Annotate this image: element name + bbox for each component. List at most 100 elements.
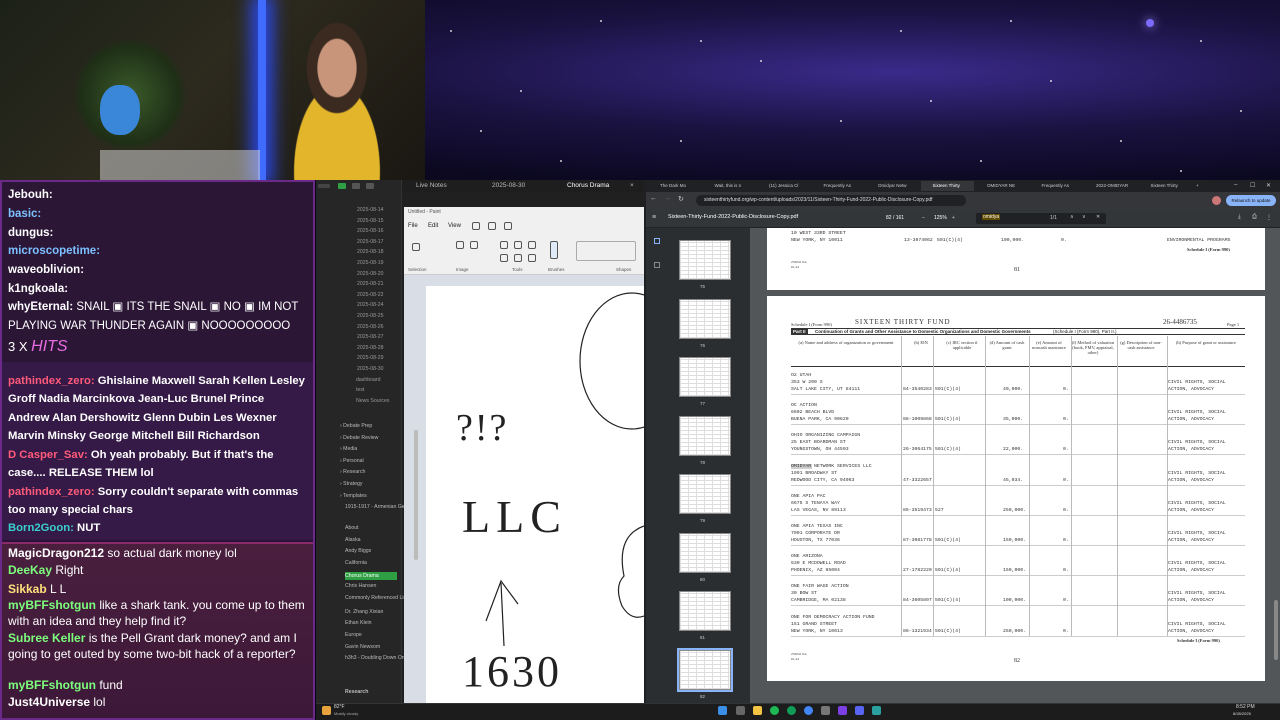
folder-item[interactable]: › Debate Prep	[340, 423, 372, 429]
chat-username[interactable]: pathindex_zero:	[8, 375, 95, 387]
files-icon[interactable]	[338, 183, 346, 189]
file-item[interactable]: 2025-08-20	[357, 271, 384, 277]
chat-username[interactable]: k1ngkoala:	[8, 283, 68, 295]
app-icon[interactable]	[872, 706, 881, 715]
start-icon[interactable]	[718, 706, 727, 715]
outline-icon[interactable]	[654, 262, 660, 268]
redo-icon[interactable]	[504, 222, 512, 230]
file-item[interactable]: 2025-08-22	[357, 292, 384, 298]
file-item[interactable]: dashboard	[356, 377, 381, 383]
page-thumbnail[interactable]	[679, 532, 731, 573]
sidebar-toggle-icon[interactable]	[318, 184, 330, 188]
obsidian-icon[interactable]	[838, 706, 847, 715]
page-thumbnail[interactable]	[679, 298, 731, 339]
pencil-icon[interactable]	[500, 241, 508, 249]
browser-tab[interactable]: Sixteen Thirty	[920, 181, 974, 191]
fill-icon[interactable]	[514, 241, 522, 249]
discord-icon[interactable]	[855, 706, 864, 715]
brushes-icon[interactable]	[550, 241, 558, 259]
file-item[interactable]: 2025-08-30	[357, 366, 384, 372]
folder-item[interactable]: › Debate Review	[340, 435, 378, 441]
download-icon[interactable]: ⤓	[1238, 214, 1241, 221]
chat-username[interactable]: pathindex_zero:	[8, 486, 95, 498]
color-picker-icon[interactable]	[514, 254, 522, 262]
settings-icon[interactable]	[821, 706, 830, 715]
thumbnails-icon[interactable]	[654, 238, 660, 244]
back-icon[interactable]: ←	[650, 195, 657, 202]
chat-username[interactable]: Subree Keller	[8, 631, 85, 645]
chat-username[interactable]: waveoblivion:	[8, 264, 84, 276]
selection-tool-icon[interactable]	[412, 243, 420, 251]
chat-username[interactable]: Sikkab	[8, 582, 47, 596]
zoom-level[interactable]: 125%	[934, 215, 947, 221]
file-item[interactable]: 2025-08-26	[357, 324, 384, 330]
file-item[interactable]: 2025-08-18	[357, 249, 384, 255]
tab-chorus-drama[interactable]: Chorus Drama	[567, 180, 609, 192]
address-bar[interactable]: sixteenthirtyfund.org/wp-content/uploads…	[696, 195, 966, 206]
chat-username[interactable]: Born2Goon:	[8, 522, 74, 534]
chat-username[interactable]: myBFFshotgun	[8, 678, 96, 692]
file-item[interactable]: 2025-08-27	[357, 334, 384, 340]
chat-username[interactable]: dungus:	[8, 227, 53, 239]
menu-file[interactable]: File	[408, 223, 418, 229]
undo-icon[interactable]	[488, 222, 496, 230]
folder-item[interactable]: Ethan Klein	[345, 620, 372, 626]
browser-tab[interactable]: Sixteen Thirty	[1139, 181, 1192, 191]
browser-tab[interactable]: The Dark Mo	[648, 181, 701, 191]
spotify-icon[interactable]	[770, 706, 779, 715]
file-item[interactable]: 2025-08-28	[357, 345, 384, 351]
find-prev-icon[interactable]: ∧	[1070, 214, 1074, 220]
chat-username[interactable]: basic:	[8, 208, 41, 220]
menu-icon[interactable]: ≡	[652, 214, 656, 221]
chat-username[interactable]: D Casper_Sav:	[8, 449, 88, 461]
chat-username[interactable]: myBFFshotgun	[8, 598, 96, 612]
new-tab-button[interactable]: +	[1194, 181, 1206, 191]
folder-item[interactable]: › Templates	[340, 493, 367, 499]
print-icon[interactable]: ⎙	[1252, 214, 1257, 221]
more-icon[interactable]: ⋮	[1266, 214, 1272, 221]
file-item[interactable]: 2025-08-17	[357, 239, 384, 245]
folder-item[interactable]: California	[345, 560, 367, 566]
menu-edit[interactable]: Edit	[428, 223, 438, 229]
folder-item[interactable]: Dr. Zhang Xixian	[345, 609, 383, 615]
file-item[interactable]: 2025-08-25	[357, 313, 384, 319]
page-thumbnail[interactable]	[677, 647, 733, 692]
file-item[interactable]: 2025-08-19	[357, 260, 384, 266]
chat-username[interactable]: microscopetime:	[8, 245, 100, 257]
folder-item[interactable]: › Personal	[340, 458, 364, 464]
folder-item[interactable]: Chris Hansen	[345, 583, 376, 589]
chat-username[interactable]: MagicDragon212	[8, 546, 104, 560]
pdf-scrollbar[interactable]	[1274, 600, 1278, 660]
folder-item[interactable]: Gavin Newsom	[345, 644, 380, 650]
file-item[interactable]: 2025-08-15	[357, 218, 384, 224]
clock-date[interactable]: 8/28/2025	[1233, 711, 1251, 716]
eraser-icon[interactable]	[500, 254, 508, 262]
file-item[interactable]: 2025-08-14	[357, 207, 384, 213]
search-taskbar-icon[interactable]	[736, 706, 745, 715]
crop-icon[interactable]	[456, 241, 464, 249]
weather-desc[interactable]: Mostly cloudy	[334, 711, 358, 716]
chrome-icon[interactable]	[804, 706, 813, 715]
page-thumbnail[interactable]	[679, 415, 731, 456]
folder-item[interactable]: Research	[345, 689, 368, 695]
folder-item[interactable]: › Research	[340, 469, 365, 475]
tab-live-notes[interactable]: Live Notes	[416, 180, 447, 192]
folder-item[interactable]: Commonly Referenced Links	[345, 595, 412, 601]
find-close-icon[interactable]: ✕	[1096, 214, 1100, 220]
relaunch-button[interactable]: Relaunch to update	[1226, 195, 1276, 206]
close-window-icon[interactable]: ✕	[1266, 182, 1271, 189]
bookmark-icon[interactable]	[366, 183, 374, 189]
page-thumbnail[interactable]	[679, 591, 731, 631]
page-thumbnail[interactable]	[679, 357, 731, 397]
browser-tab[interactable]: OMIDYAR NE	[975, 181, 1028, 191]
zoom-out-button[interactable]: –	[922, 215, 925, 221]
page-thumbnail[interactable]	[679, 240, 731, 280]
folder-item[interactable]: Alaska	[345, 537, 361, 543]
zoom-slider[interactable]	[414, 430, 418, 560]
forward-icon[interactable]: →	[664, 195, 671, 202]
chat-username[interactable]: Jebouh:	[8, 189, 53, 201]
text-icon[interactable]	[528, 241, 536, 249]
page-thumbnail[interactable]	[679, 474, 731, 514]
maximize-icon[interactable]: ☐	[1250, 182, 1255, 189]
browser-tab[interactable]: (11) Jessica Cl	[757, 181, 810, 191]
